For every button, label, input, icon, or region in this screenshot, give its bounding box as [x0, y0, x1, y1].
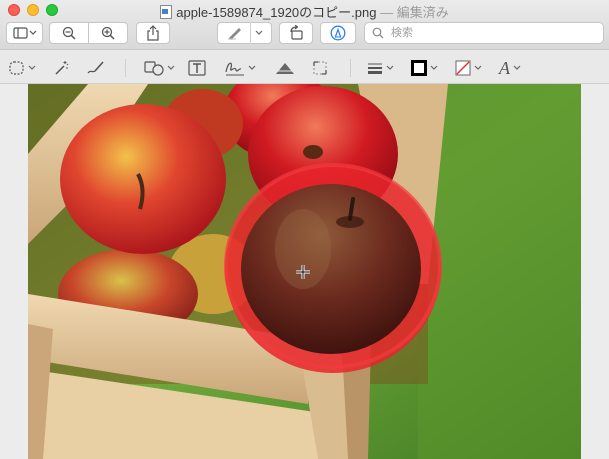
preview-window: apple-1589874_1920のコピー.png — 編集済み 検索 A — [0, 0, 609, 459]
signature-icon — [225, 62, 244, 76]
shapes-icon — [144, 61, 164, 76]
border-color-icon — [411, 60, 427, 76]
markup-toggle-button[interactable] — [320, 22, 356, 44]
title-bar: apple-1589874_1920のコピー.png — 編集済み — [0, 0, 609, 50]
sidebar-toggle-button[interactable] — [6, 22, 43, 44]
edited-status: 編集済み — [396, 5, 449, 20]
document-canvas[interactable] — [0, 84, 609, 459]
rotate-icon — [290, 25, 303, 40]
search-icon — [372, 27, 384, 39]
fill-color-icon — [455, 60, 471, 76]
markup-pen-button[interactable] — [217, 22, 272, 44]
toolbar-divider — [350, 59, 351, 77]
text-style-icon: A — [499, 57, 510, 78]
rotate-button[interactable] — [279, 22, 313, 44]
pen-divider — [250, 22, 251, 44]
title-separator: — — [380, 5, 394, 20]
markup-icon — [330, 25, 346, 41]
sketch-icon — [87, 61, 104, 74]
share-button[interactable] — [136, 22, 170, 44]
text-tool-button[interactable] — [187, 58, 207, 78]
adjust-color-icon — [276, 63, 294, 74]
toolbar-divider — [125, 59, 126, 77]
chevron-down-icon — [255, 30, 263, 35]
zoom-in-button[interactable] — [88, 22, 128, 44]
crosshair-cursor-icon — [296, 265, 310, 279]
sign-button[interactable] — [224, 58, 256, 78]
selection-tool-icon — [9, 61, 24, 75]
magic-wand-icon — [55, 61, 69, 75]
selection-tool-button[interactable] — [8, 58, 36, 78]
search-input[interactable] — [389, 26, 593, 40]
pen-icon — [228, 28, 241, 40]
adjust-color-button[interactable] — [274, 58, 296, 78]
share-icon — [147, 25, 159, 41]
window-title: apple-1589874_1920のコピー.png — 編集済み — [0, 2, 609, 21]
png-file-icon[interactable] — [160, 5, 173, 19]
zoom-in-icon — [101, 26, 115, 40]
adjust-size-button[interactable] — [311, 58, 329, 78]
chevron-down-icon — [248, 65, 256, 70]
resize-icon — [313, 61, 327, 75]
border-color-button[interactable] — [410, 58, 438, 78]
chevron-down-icon — [386, 65, 394, 70]
chevron-down-icon — [430, 65, 438, 70]
text-style-button[interactable]: A — [499, 58, 521, 78]
line-weight-icon — [368, 63, 382, 74]
shapes-button[interactable] — [143, 58, 175, 78]
shape-style-button[interactable] — [366, 58, 394, 78]
zoom-out-button[interactable] — [49, 22, 89, 44]
text-box-icon — [188, 60, 206, 76]
chevron-down-icon — [28, 65, 36, 70]
chevron-down-icon — [167, 65, 175, 70]
sketch-button[interactable] — [86, 58, 106, 78]
instant-alpha-button[interactable] — [52, 58, 70, 78]
chevron-down-icon — [474, 65, 482, 70]
apple-photo[interactable] — [28, 84, 581, 459]
chevron-down-icon — [513, 65, 521, 70]
sidebar-icon — [12, 27, 36, 39]
search-box[interactable] — [364, 22, 604, 44]
zoom-out-icon — [62, 26, 76, 40]
markup-toolbar: A — [0, 50, 609, 84]
filename: apple-1589874_1920のコピー.png — [176, 5, 377, 20]
fill-color-button[interactable] — [454, 58, 482, 78]
